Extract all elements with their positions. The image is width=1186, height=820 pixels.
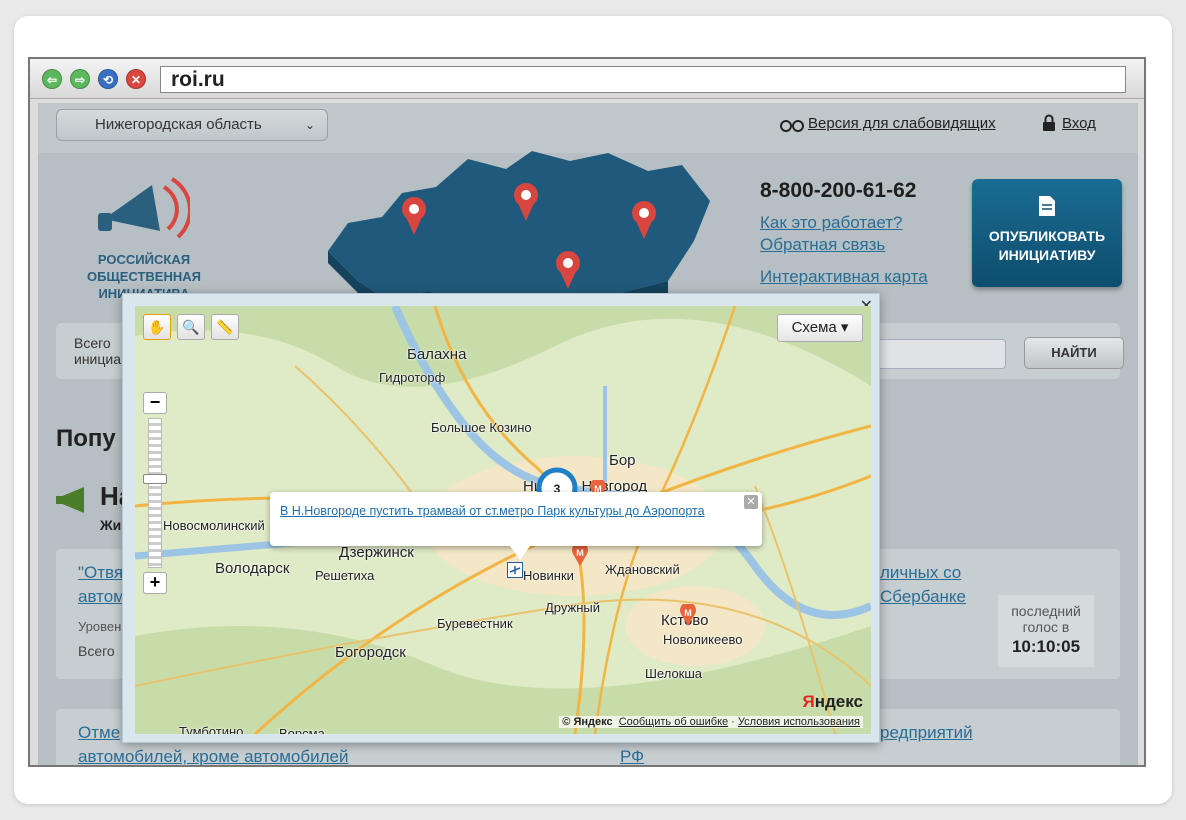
last-vote-time: 10:10:05 (1011, 637, 1081, 656)
map-label: Шелокша (645, 666, 703, 681)
interactive-map-link[interactable]: Интерактивная карта (760, 267, 928, 287)
map-label: Ждановский (605, 562, 680, 577)
metro-icon: M (572, 544, 588, 566)
back-icon[interactable]: ⇦ (42, 69, 62, 89)
initiative-level: Уровен (78, 619, 122, 634)
yandex-logo-initial: Я (802, 692, 815, 711)
map-label: Балахна (407, 346, 467, 363)
initiative-link[interactable]: автом (78, 587, 125, 607)
svg-text:M: M (576, 548, 584, 558)
map-label: Решетиха (315, 568, 375, 583)
initiative-link[interactable]: Отме (78, 723, 120, 743)
map-popup: ✕ Балахна Гидроторф Большое Козино Бор Н… (122, 293, 880, 743)
section-subheading: Жи (100, 517, 122, 533)
phone-number: 8-800-200-61-62 (760, 179, 917, 202)
initiative-link[interactable]: автомобилей, кроме автомобилей (78, 747, 348, 765)
region-select[interactable]: Нижегородская область ⌄ (56, 109, 328, 141)
ruler-icon[interactable]: 📏 (211, 314, 239, 340)
region-select-value: Нижегородская область (95, 116, 262, 133)
close-icon[interactable]: ✕ (744, 495, 758, 509)
map-balloon: В Н.Новгороде пустить трамвай от ст.метр… (270, 492, 762, 560)
copyright-text: © Яндекс (562, 716, 613, 728)
forward-icon[interactable]: ⇨ (70, 69, 90, 89)
yandex-map[interactable]: Балахна Гидроторф Большое Козино Бор Ниж… (135, 306, 871, 734)
map-label: Володарск (215, 560, 290, 577)
terms-link[interactable]: Условия использования (738, 716, 860, 728)
browser-toolbar: ⇦ ⇨ ⟲ ✕ roi.ru (30, 59, 1144, 99)
svg-text:M: M (684, 608, 692, 618)
map-type-select[interactable]: Схема ▾ (777, 314, 863, 342)
map-label: Новосмолинский (163, 518, 265, 533)
initiative-link[interactable]: Сбербанке (880, 587, 966, 607)
popular-heading: Попу (56, 425, 116, 452)
last-vote-box: последний голос в 10:10:05 (998, 595, 1094, 667)
megaphone-logo-icon (98, 177, 190, 239)
feedback-link[interactable]: Обратная связь (760, 235, 885, 255)
balloon-tail (510, 546, 530, 560)
publish-button-label: ОПУБЛИКОВАТЬ ИНИЦИАТИВУ (988, 228, 1106, 263)
zoom-in-button[interactable]: + (143, 572, 167, 594)
zoom-out-button[interactable]: − (143, 392, 167, 414)
map-label: Ворсма (279, 726, 325, 734)
lock-icon (1043, 114, 1055, 131)
map-copyright: © Яндекс Сообщить об ошибке · Условия ис… (559, 716, 863, 728)
initiative-total: Всего (78, 643, 115, 659)
yandex-logo: Яндекс (803, 692, 863, 712)
initiative-link[interactable]: личных со (880, 563, 961, 583)
search-label-line: инициа (74, 351, 121, 367)
hand-tool-icon[interactable]: ✋ (143, 314, 171, 340)
zoom-slider-handle[interactable] (143, 474, 167, 484)
search-label: Всего инициа (74, 335, 121, 367)
initiative-link[interactable]: редприятий (880, 723, 973, 743)
map-label: Новоликеево (663, 632, 743, 647)
metro-icon: M (680, 604, 696, 626)
logo-line: ОБЩЕСТВЕННАЯ (87, 269, 201, 284)
initiative-link[interactable]: РФ (620, 747, 644, 765)
map-label: Буревестник (437, 616, 513, 631)
map-label: Тумботино (179, 724, 244, 734)
yandex-logo-rest: ндекс (814, 692, 863, 711)
map-label: Богородск (335, 644, 406, 661)
find-button[interactable]: НАЙТИ (1024, 337, 1124, 369)
map-label: Большое Козино (431, 420, 532, 435)
initiative-link[interactable]: "Отвя (78, 563, 123, 583)
reload-icon[interactable]: ⟲ (98, 69, 118, 89)
document-icon (1039, 196, 1055, 216)
zoom-control: − + (143, 392, 167, 594)
report-error-link[interactable]: Сообщить об ошибке (619, 716, 728, 728)
map-label: Дзержинск (339, 544, 414, 561)
glasses-icon (780, 120, 804, 132)
zoom-slider[interactable] (148, 418, 162, 568)
logo-line: РОССИЙСКАЯ (97, 252, 191, 267)
address-bar[interactable]: roi.ru (160, 66, 1126, 93)
map-label: Новинки (523, 568, 574, 583)
map-label: Гидроторф (379, 370, 446, 385)
stop-icon[interactable]: ✕ (126, 69, 146, 89)
zoom-area-icon[interactable]: 🔍 (177, 314, 205, 340)
login-link[interactable]: Вход (1062, 115, 1096, 132)
chevron-down-icon: ⌄ (304, 118, 315, 132)
balloon-initiative-link[interactable]: В Н.Новгороде пустить трамвай от ст.метр… (280, 504, 705, 518)
how-it-works-link[interactable]: Как это работает? (760, 213, 903, 233)
airport-icon (507, 562, 523, 578)
megaphone-icon (56, 487, 84, 513)
search-label-line: Всего (74, 335, 111, 351)
accessibility-link[interactable]: Версия для слабовидящих (808, 115, 996, 132)
publish-initiative-button[interactable]: ОПУБЛИКОВАТЬ ИНИЦИАТИВУ (972, 179, 1122, 287)
last-vote-label: последний голос в (1011, 603, 1081, 635)
map-label: Бор (609, 452, 636, 469)
map-label: Дружный (545, 600, 601, 615)
